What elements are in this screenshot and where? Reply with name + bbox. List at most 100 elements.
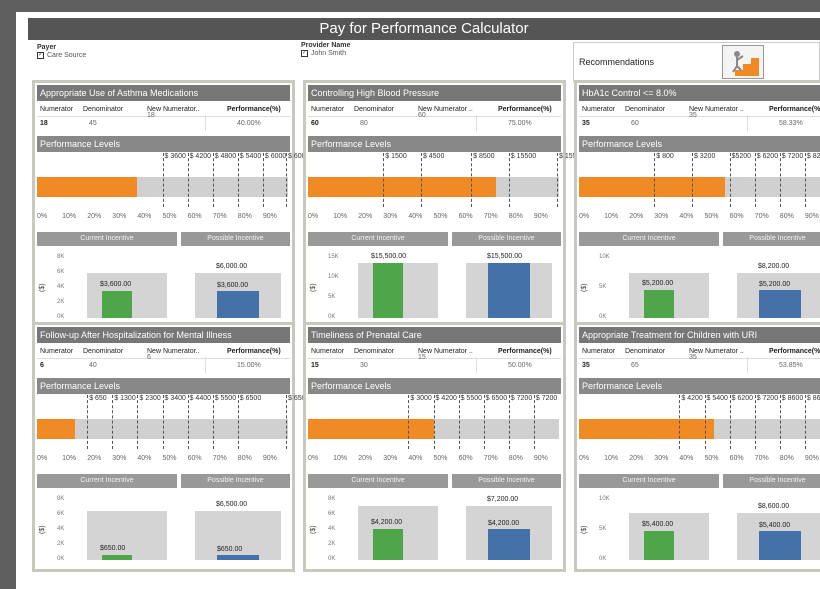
performance-bar [37,177,138,197]
y-tick-label: 2K [57,299,65,305]
performance-levels-title: Performance Levels [308,136,561,152]
axis-tick-label: 80% [508,455,523,462]
possible-incentive-max-value: $15,500.00 [487,253,523,261]
level-marker [804,395,806,449]
provider-option[interactable]: ✓ John Smith [301,50,350,57]
axis-tick-label: 90% [804,455,819,462]
current-incentive-bar [373,528,403,560]
level-marker [729,395,731,449]
axis-tick-label: 0% [308,213,319,220]
performance-levels-chart: $ 650 $ 1300 $ 2300 $ 3400 $ 4400 $ 5500 $ 650… [37,395,309,471]
axis-tick-label: 70% [212,213,227,220]
stairs-climber-icon[interactable] [722,45,764,79]
possible-incentive-value: $5,200.00 [759,280,791,288]
level-label: $ 4500 [422,153,445,160]
axis-tick-label: 50% [433,455,448,462]
performance-levels-chart: $ 1500 $ 4500 $ 8500 $ 15500 $ 15500 0% 10% 20%… [308,153,584,229]
y-tick-label: 6K [57,269,65,275]
axis-tick-label: 20% [629,455,644,462]
current-incentive-title: Current Incentive [579,474,719,488]
new-numerator-input[interactable]: 15 [418,354,426,361]
level-marker [286,153,287,207]
axis-tick-label: 90% [533,455,548,462]
checkbox-icon[interactable]: ✓ [301,50,308,57]
level-marker [483,395,485,449]
numerator-value: 35 [582,362,590,369]
performance-levels-chart: $ 800$ 3200$5200$ 6200$ 7200$ 8200$ 8200… [579,153,820,229]
performance-levels-title: Performance Levels [308,378,561,394]
numerator-header: Numerator [582,106,616,113]
new-numerator-input[interactable]: 35 [689,112,697,119]
level-marker [654,153,656,207]
level-marker [508,395,510,449]
level-label: $ 3400 [164,395,186,402]
payer-option[interactable]: ✓ Care Source [37,52,86,59]
page-title: Pay for Performance Calculator [28,18,820,40]
level-label: $ 3000 [410,395,432,402]
axis-tick-label: 40% [137,213,152,220]
measure-title: Controlling High Blood Pressure [308,85,561,101]
level-label: $ 1500 [385,153,407,160]
axis-tick-label: 10% [604,455,619,462]
possible-incentive-title: Possible Incentive [181,474,290,488]
level-marker [779,153,781,207]
level-marker [557,153,558,207]
current-incentive-value: $5,400.00 [642,520,674,528]
current-incentive-value: $4,200.00 [371,518,403,526]
stats-divider [37,116,290,117]
level-label: $ 3200 [693,153,716,160]
measure-stats: Numerator Denominator New Numerator .. Perf… [579,103,820,131]
dashboard: Pay for Performance Calculator Payer ✓ C… [16,12,820,589]
axis-tick-label: 80% [237,213,252,220]
payer-filter-label: Payer [37,44,57,51]
level-marker [162,153,164,207]
level-label: $ 7200 [781,153,804,160]
axis-tick-label: 10% [62,213,77,220]
level-label: $ 4200 [189,153,212,160]
level-label: $ 6500 [239,395,262,402]
level-marker [729,153,731,207]
new-numerator-input[interactable]: 6 [147,354,151,361]
new-numerator-input[interactable]: 18 [147,112,155,119]
stats-divider [747,115,748,131]
measure-panel: Appropriate Treatment for Children with … [574,322,820,572]
performance-value: 53.85% [779,362,803,369]
level-label: $ 2300 [139,395,161,402]
new-numerator-header: New Numerator .. [689,106,744,113]
possible-incentive-chart: $8,600.00 $5,400.00 [723,490,820,568]
possible-incentive-title: Possible Incentive [452,474,561,488]
axis-tick-label: 20% [358,213,373,220]
current-incentive-chart: ($) 10K 5K 0K $5,400.00 [579,490,719,568]
new-numerator-input[interactable]: 35 [689,354,697,361]
axis-tick-label: 0% [579,455,590,462]
current-incentive-title: Current Incentive [308,474,448,488]
level-label: $ 4200 [681,395,703,402]
denominator-value: 45 [89,120,97,127]
possible-incentive-chart: $6,000.00 $3,600.00 [181,248,290,326]
axis-tick-label: 60% [458,455,473,462]
axis-tick-label: 20% [358,455,373,462]
y-tick-label: 8K [328,496,336,502]
checkbox-icon[interactable]: ✓ [37,52,44,59]
new-numerator-input[interactable]: 60 [418,112,426,119]
performance-bar [579,419,715,439]
provider-option-label: John Smith [311,50,347,57]
y-axis-unit: ($) [39,525,46,534]
measure-title: Appropriate Treatment for Children with … [579,327,820,343]
performance-value: 50.00% [508,362,532,369]
current-incentive-value: $15,500.00 [371,253,407,261]
y-axis-unit: ($) [39,283,46,292]
denominator-value: 65 [631,362,639,369]
axis-tick-label: 70% [483,455,498,462]
level-label: $ 5400 [239,153,262,160]
numerator-header: Numerator [40,106,74,113]
performance-levels-chart: $ 3000 $ 4200 $ 5500 $ 6500 $ 7200 $ 7200 0% 10… [308,395,561,471]
denominator-header: Denominator [354,348,395,355]
level-marker [804,153,806,207]
axis-tick-label: 0% [37,213,48,220]
y-tick-label: 6K [57,511,65,517]
denominator-value: 60 [631,120,639,127]
possible-incentive-value: $3,600.00 [217,282,249,289]
level-marker [187,153,189,207]
level-marker [262,153,264,207]
